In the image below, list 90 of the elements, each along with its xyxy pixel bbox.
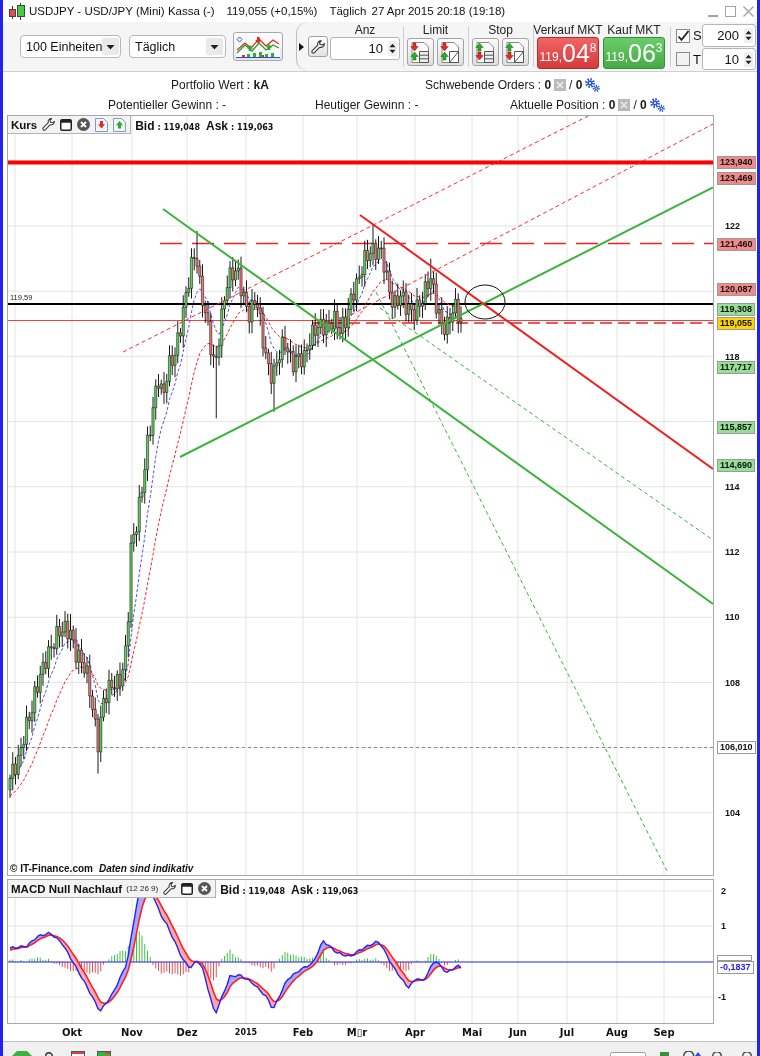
axis-label: Aug [606,1027,628,1038]
info-text: Potentieller Gewinn : - [108,98,227,112]
close-icon[interactable] [198,882,212,895]
info-text: Aktuelle Position : 0 [510,98,616,112]
info-text: / 0 [569,78,583,92]
gears-icon[interactable] [585,78,601,92]
arrow-up-document-icon[interactable] [113,117,127,132]
number-field[interactable]: 10 [702,48,756,70]
arrow-down-document-icon[interactable] [95,117,109,132]
quote-text: Bid : 119,048 [220,882,285,898]
wrench-icon[interactable] [163,882,177,895]
number-field[interactable]: 200 [702,24,756,47]
info-text: Schwebende Orders : 0 [425,78,552,92]
spinner-arrows-icon[interactable] [744,51,753,67]
close-icon[interactable] [77,118,91,131]
info-text: Portfolio Wert : kA [171,78,269,92]
axis-label: Apr [405,1027,425,1038]
axis-label: Nov [121,1027,143,1038]
gears-icon[interactable] [649,98,665,112]
quote-text: Ask : 119,063 [205,118,274,134]
price-tag: 123,940 [717,156,756,169]
checkbox-label: T [693,51,701,67]
tile-icon[interactable] [97,1051,111,1056]
checkbox-label: S [693,28,702,43]
candlestick-icon [9,2,25,20]
field-label: Anz [354,24,376,37]
price-change-text: 119,055 (+0,15%) [226,5,318,17]
window-icon[interactable] [71,1051,85,1056]
quote-text: Ask : 119,063 [290,882,359,898]
parameters-text: (12 26 9) [126,884,159,893]
axis-label: Mai [461,1027,483,1038]
axis-label: 2015 [234,1028,258,1037]
axis-label: 1 [721,920,726,932]
axis-label: 104 [725,807,741,819]
wrench-icon[interactable] [42,118,56,131]
axis-label: Okt [62,1027,82,1038]
circle-triangle-icon[interactable] [683,1051,701,1056]
axis-label: Jun [509,1027,527,1038]
axis-label: 118 [725,351,740,363]
quantity-field[interactable]: 10 [330,37,400,60]
expand-arrow-icon[interactable] [299,42,304,51]
interval-text: Täglich [329,5,367,17]
info-text: Heutiger Gewinn : - [315,98,419,112]
input-field[interactable] [610,1052,646,1056]
price-tag: 119,308 [717,303,756,316]
interval-dropdown[interactable]: Täglich [129,35,226,58]
button-label: Verkauf MKT [533,24,603,37]
chart-title: MACD Null Nachlauf [11,882,123,895]
units-dropdown[interactable]: 100 Einheiten [20,35,121,58]
quote-text: Bid : 119,048 [135,118,200,134]
caret-icon[interactable] [102,38,120,55]
axis-label: Feb [292,1027,314,1038]
price-tag: 123,469 [717,172,756,185]
price-tag: 120,087 [717,283,756,296]
axis-label: Jul [559,1027,575,1038]
axis-label: 110 [725,611,740,623]
empty-value-box [717,955,752,961]
spinner-arrows-icon[interactable] [744,28,753,43]
group-label: Limit [422,24,449,37]
disclaimer-text: Daten sind indikativ [98,863,194,874]
price-tag: 106,010 [717,741,756,754]
price-tag: 117,717 [717,361,756,374]
value-tag: -0,1837 [717,961,754,974]
group-label: Stop [488,24,513,37]
window-icon[interactable] [60,118,73,131]
circle-marker [464,284,506,320]
axis-label: 108 [725,677,741,689]
window-title: USDJPY - USD/JPY (Mini) Kassa (-) [29,5,215,17]
price-tag: 115,857 [717,421,756,434]
price-tag: 119,055 [717,317,756,330]
axis-label: M▯r [346,1027,368,1038]
spinner-arrows-icon[interactable] [388,41,397,56]
price-tag: 114,690 [717,459,756,472]
chart-title: Kurs [11,118,38,131]
axis-label: -1 [718,991,726,1003]
axis-label: 114 [725,481,740,493]
axis-label: Dez [176,1027,198,1038]
info-text: / 0 [633,98,647,112]
axis-label: 2 [721,885,726,897]
source-text: © IT-Finance.com [10,863,93,874]
price-tag: 121,460 [717,238,756,251]
button-label: Kauf MKT [607,24,661,37]
checkbox[interactable] [676,28,690,43]
window-icon[interactable] [181,882,194,895]
axis-label: Sep [653,1027,675,1038]
axis-label: 122 [725,220,741,232]
timestamp-text: 27 Apr 2015 20:18 (19:18) [371,5,506,17]
checkbox[interactable] [676,52,690,66]
axis-label: 112 [725,546,740,558]
caret-icon[interactable] [206,38,223,55]
